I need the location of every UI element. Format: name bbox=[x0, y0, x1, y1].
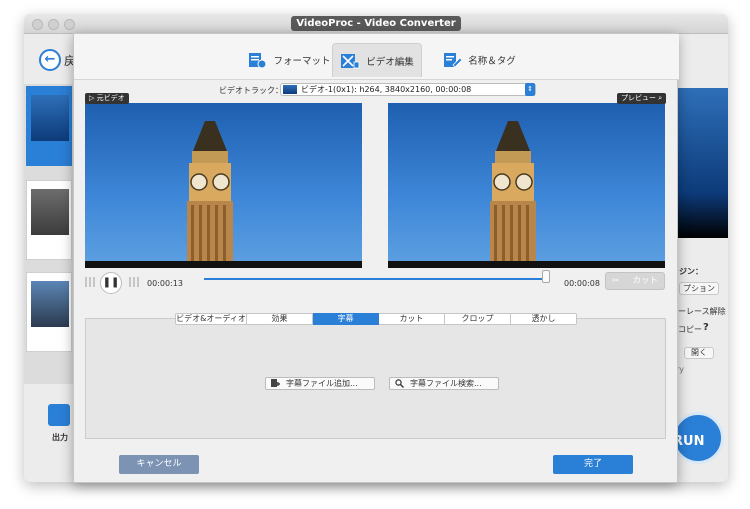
pause-icon: ❚❚ bbox=[102, 277, 120, 288]
video-item-1[interactable] bbox=[26, 86, 72, 166]
magnifier-icon: ⌕ bbox=[658, 94, 663, 102]
back-arrow-icon[interactable]: ← bbox=[39, 49, 61, 71]
preview-tag[interactable]: プレビュー ⌕ bbox=[617, 93, 667, 104]
interlace-label: ーレース解除 bbox=[678, 307, 726, 316]
cut-button[interactable]: ✂ カット bbox=[605, 272, 665, 290]
tab-name-tag-label: 名称＆タグ bbox=[468, 56, 516, 67]
output-label: 出力 bbox=[52, 433, 68, 442]
cut-label: カット bbox=[632, 276, 658, 286]
timeline-progress[interactable] bbox=[204, 278, 546, 280]
frame-step-back-icon[interactable] bbox=[84, 275, 98, 289]
minimize-window-button[interactable] bbox=[48, 19, 59, 30]
video-item-3[interactable] bbox=[26, 272, 72, 352]
format-icon bbox=[249, 53, 267, 69]
title-bar: VideoProc - Video Converter bbox=[24, 14, 728, 34]
tab-format-label: フォーマット bbox=[273, 56, 331, 67]
video-track-select[interactable]: ビデオ-1(0x1): h264, 3840x2160, 00:00:08 ⇕ bbox=[280, 83, 536, 96]
original-video bbox=[85, 103, 362, 268]
video-bottom-bar bbox=[388, 261, 665, 268]
option-heading: ジン： bbox=[679, 267, 703, 276]
video-track-label: ビデオトラック： bbox=[219, 86, 283, 95]
subtab-crop[interactable]: クロップ bbox=[445, 313, 511, 325]
subtab-video-audio[interactable]: ビデオ&オーディオ bbox=[175, 313, 247, 325]
zoom-window-button[interactable] bbox=[64, 19, 75, 30]
video-thumbnail bbox=[31, 95, 69, 141]
video-thumbnail bbox=[31, 281, 69, 327]
video-bottom-bar bbox=[85, 261, 362, 268]
video-edit-icon bbox=[341, 53, 360, 68]
subtab-subtitle[interactable]: 字幕 bbox=[313, 313, 379, 325]
video-item-2[interactable] bbox=[26, 180, 72, 260]
edit-dialog: フォーマット ビデオ編集 名称＆タグ ビデオトラック： ビデオ-1(0x1): … bbox=[73, 33, 679, 483]
total-time: 00:00:08 bbox=[564, 279, 600, 288]
video-list bbox=[24, 84, 74, 384]
original-video-tag: ▷ 元ビデオ bbox=[85, 93, 129, 104]
target-preview bbox=[676, 88, 728, 238]
close-window-button[interactable] bbox=[32, 19, 43, 30]
window-title: VideoProc - Video Converter bbox=[291, 16, 461, 31]
subtitle-editor bbox=[85, 318, 666, 439]
video-track-value: ビデオ-1(0x1): h264, 3840x2160, 00:00:08 bbox=[301, 85, 472, 94]
cancel-button[interactable]: キャンセル bbox=[119, 455, 199, 474]
help-icon[interactable]: ? bbox=[703, 322, 709, 333]
subtab-watermark[interactable]: 透かし bbox=[511, 313, 577, 325]
output-icon[interactable] bbox=[48, 404, 70, 426]
subtab-effects[interactable]: 効果 bbox=[247, 313, 313, 325]
add-file-icon bbox=[271, 379, 280, 387]
search-subtitle-button[interactable]: 字幕ファイル検索... bbox=[389, 377, 499, 390]
subtab-cut[interactable]: カット bbox=[379, 313, 445, 325]
name-tag-icon bbox=[444, 53, 463, 68]
timeline-knob[interactable] bbox=[542, 270, 550, 283]
track-thumbnail bbox=[283, 85, 297, 94]
chevron-updown-icon: ⇕ bbox=[525, 83, 535, 96]
video-thumbnail bbox=[31, 189, 69, 235]
tab-format[interactable]: フォーマット bbox=[244, 43, 334, 77]
scissors-icon: ✂ bbox=[612, 276, 620, 286]
add-subtitle-label: 字幕ファイル追加... bbox=[286, 379, 358, 388]
tab-video-edit[interactable]: ビデオ編集 bbox=[332, 43, 422, 77]
search-subtitle-label: 字幕ファイル検索... bbox=[410, 379, 482, 388]
add-subtitle-button[interactable]: 字幕ファイル追加... bbox=[265, 377, 375, 390]
preview-video bbox=[388, 103, 665, 268]
edit-subtabs: ビデオ&オーディオ 効果 字幕 カット クロップ 透かし bbox=[175, 313, 577, 325]
frame-step-forward-icon[interactable] bbox=[128, 275, 142, 289]
copy-label: コピー bbox=[678, 325, 702, 334]
tab-video-edit-label: ビデオ編集 bbox=[366, 56, 414, 68]
clock-tower-image bbox=[187, 121, 233, 261]
tab-name-tag[interactable]: 名称＆タグ bbox=[434, 43, 524, 77]
dialog-tabbar: フォーマット ビデオ編集 名称＆タグ bbox=[74, 34, 679, 80]
current-time: 00:00:13 bbox=[147, 279, 183, 288]
preview-tag-label: プレビュー bbox=[621, 94, 656, 102]
clock-tower-image bbox=[490, 121, 536, 261]
search-icon bbox=[395, 379, 404, 388]
done-button[interactable]: 完了 bbox=[553, 455, 633, 474]
open-button[interactable]: 開く bbox=[684, 347, 714, 359]
pause-button[interactable]: ❚❚ bbox=[100, 272, 122, 294]
option-button[interactable]: プション bbox=[679, 282, 719, 295]
